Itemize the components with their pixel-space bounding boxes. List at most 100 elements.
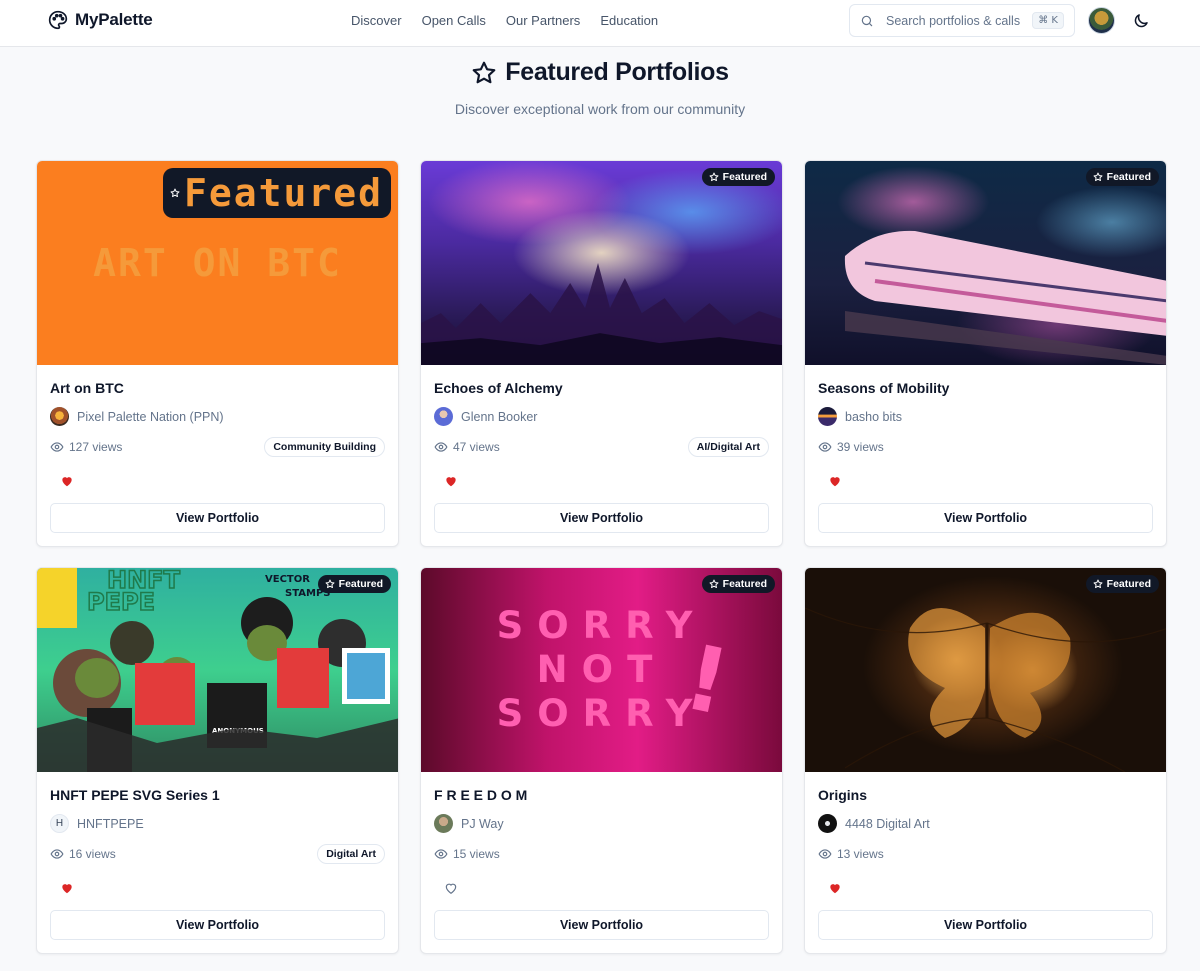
- view-count: 16 views: [50, 847, 116, 861]
- author[interactable]: Glenn Booker: [434, 407, 769, 426]
- nav-discover[interactable]: Discover: [351, 13, 402, 28]
- view-portfolio-button[interactable]: View Portfolio: [50, 503, 385, 533]
- portfolio-title[interactable]: Seasons of Mobility: [818, 380, 1153, 396]
- portfolio-title[interactable]: Origins: [818, 787, 1153, 803]
- eye-icon: [434, 848, 448, 859]
- moon-icon[interactable]: [1132, 12, 1150, 30]
- view-count: 127 views: [50, 440, 122, 454]
- like-button[interactable]: [52, 469, 82, 493]
- author[interactable]: H HNFTPEPE: [50, 814, 385, 833]
- star-icon: [325, 579, 335, 589]
- search-input[interactable]: Search portfolios & calls ⌘ K: [849, 4, 1075, 37]
- featured-badge: Featured: [162, 168, 391, 218]
- featured-badge-label: Featured: [183, 171, 383, 215]
- author[interactable]: basho bits: [818, 407, 1153, 426]
- like-button[interactable]: [52, 876, 82, 900]
- author-name: 4448 Digital Art: [845, 816, 930, 831]
- view-count: 39 views: [818, 440, 884, 454]
- view-count-label: 47 views: [453, 439, 500, 454]
- artwork-train: [844, 230, 1166, 365]
- heart-filled-icon: [446, 477, 456, 487]
- top-navbar: MyPalette Discover Open Calls Our Partne…: [0, 0, 1200, 47]
- search-icon: [861, 15, 873, 26]
- author[interactable]: PJ Way: [434, 814, 769, 833]
- artwork-text: PEPE: [87, 588, 155, 616]
- featured-badge: Featured: [1085, 575, 1159, 593]
- star-icon: [709, 579, 719, 589]
- brand-logo[interactable]: MyPalette: [48, 10, 153, 30]
- artwork-pepe: HNFT PEPE VECTOR STAMPS ANONYMOUS: [37, 568, 398, 772]
- portfolio-card[interactable]: HNFT PEPE VECTOR STAMPS ANONYMOUS Featur…: [36, 567, 399, 954]
- featured-badge: Featured: [701, 168, 775, 186]
- artwork-word: SORRY: [496, 604, 707, 647]
- portfolio-card[interactable]: SORRY NOT SORRY ! Featured F R E E D O M…: [420, 567, 783, 954]
- featured-badge-label: Featured: [722, 171, 767, 183]
- portfolio-thumbnail[interactable]: ART ON BTC Featured: [37, 161, 398, 365]
- heart-filled-icon: [62, 477, 72, 487]
- view-portfolio-button[interactable]: View Portfolio: [434, 503, 769, 533]
- featured-badge-label: Featured: [1106, 171, 1151, 183]
- author-name: Pixel Palette Nation (PPN): [77, 409, 224, 424]
- portfolio-card[interactable]: Featured Origins 4448 Digital Art 13 vie…: [804, 567, 1167, 954]
- portfolio-card[interactable]: Featured Seasons of Mobility basho bits …: [804, 160, 1167, 547]
- featured-badge-label: Featured: [338, 578, 383, 590]
- heart-filled-icon: [62, 884, 72, 894]
- author-name: PJ Way: [461, 816, 504, 831]
- nav-open-calls[interactable]: Open Calls: [422, 13, 486, 28]
- portfolio-title[interactable]: HNFT PEPE SVG Series 1: [50, 787, 385, 803]
- portfolio-thumbnail[interactable]: Featured: [805, 161, 1166, 365]
- page-title: Featured Portfolios: [505, 58, 729, 86]
- author-name: HNFTPEPE: [77, 816, 144, 831]
- palette-icon: [48, 10, 68, 30]
- view-count: 15 views: [434, 847, 500, 861]
- portfolio-thumbnail[interactable]: HNFT PEPE VECTOR STAMPS ANONYMOUS Featur…: [37, 568, 398, 772]
- portfolio-thumbnail[interactable]: Featured: [805, 568, 1166, 772]
- star-icon: [170, 188, 180, 198]
- portfolio-card[interactable]: ART ON BTC Featured Art on BTC Pixel Pal…: [36, 160, 399, 547]
- eye-icon: [818, 848, 832, 859]
- like-button[interactable]: [820, 469, 850, 493]
- view-count-label: 16 views: [69, 846, 116, 861]
- user-avatar[interactable]: [1088, 7, 1115, 34]
- featured-badge-label: Featured: [722, 578, 767, 590]
- view-count-label: 13 views: [837, 846, 884, 861]
- heart-outline-icon: [445, 883, 457, 894]
- nav-education[interactable]: Education: [600, 13, 658, 28]
- like-button[interactable]: [436, 876, 466, 900]
- like-button[interactable]: [820, 876, 850, 900]
- artwork-spires: [421, 262, 782, 365]
- section-heading: Featured Portfolios: [0, 58, 1200, 87]
- author-name: Glenn Booker: [461, 409, 538, 424]
- thumbnail-art-text: ART ON BTC: [93, 241, 342, 285]
- portfolio-thumbnail[interactable]: SORRY NOT SORRY ! Featured: [421, 568, 782, 772]
- category-tag: AI/Digital Art: [687, 436, 769, 457]
- author[interactable]: 4448 Digital Art: [818, 814, 1153, 833]
- like-button[interactable]: [436, 469, 466, 493]
- author[interactable]: Pixel Palette Nation (PPN): [50, 407, 385, 426]
- view-portfolio-button[interactable]: View Portfolio: [434, 910, 769, 940]
- portfolio-title[interactable]: F R E E D O M: [434, 787, 769, 803]
- portfolio-title[interactable]: Echoes of Alchemy: [434, 380, 769, 396]
- star-icon: [1093, 172, 1103, 182]
- star-icon: [709, 172, 719, 182]
- portfolio-card[interactable]: Featured Echoes of Alchemy Glenn Booker …: [420, 160, 783, 547]
- nav-our-partners[interactable]: Our Partners: [506, 13, 580, 28]
- search-placeholder: Search portfolios & calls: [886, 13, 1021, 28]
- portfolio-thumbnail[interactable]: Featured: [421, 161, 782, 365]
- star-icon: [1093, 579, 1103, 589]
- eye-icon: [818, 441, 832, 452]
- author-name: basho bits: [845, 409, 902, 424]
- artwork-butterfly: [805, 607, 1166, 772]
- eye-icon: [50, 848, 64, 859]
- heart-filled-icon: [830, 477, 840, 487]
- author-avatar: [434, 407, 453, 426]
- page-subtitle: Discover exceptional work from our commu…: [454, 101, 746, 117]
- author-avatar: [818, 407, 837, 426]
- portfolio-title[interactable]: Art on BTC: [50, 380, 385, 396]
- view-portfolio-button[interactable]: View Portfolio: [818, 910, 1153, 940]
- category-tag: Digital Art: [317, 843, 385, 864]
- view-portfolio-button[interactable]: View Portfolio: [818, 503, 1153, 533]
- eye-icon: [50, 441, 64, 452]
- author-avatar: [434, 814, 453, 833]
- view-portfolio-button[interactable]: View Portfolio: [50, 910, 385, 940]
